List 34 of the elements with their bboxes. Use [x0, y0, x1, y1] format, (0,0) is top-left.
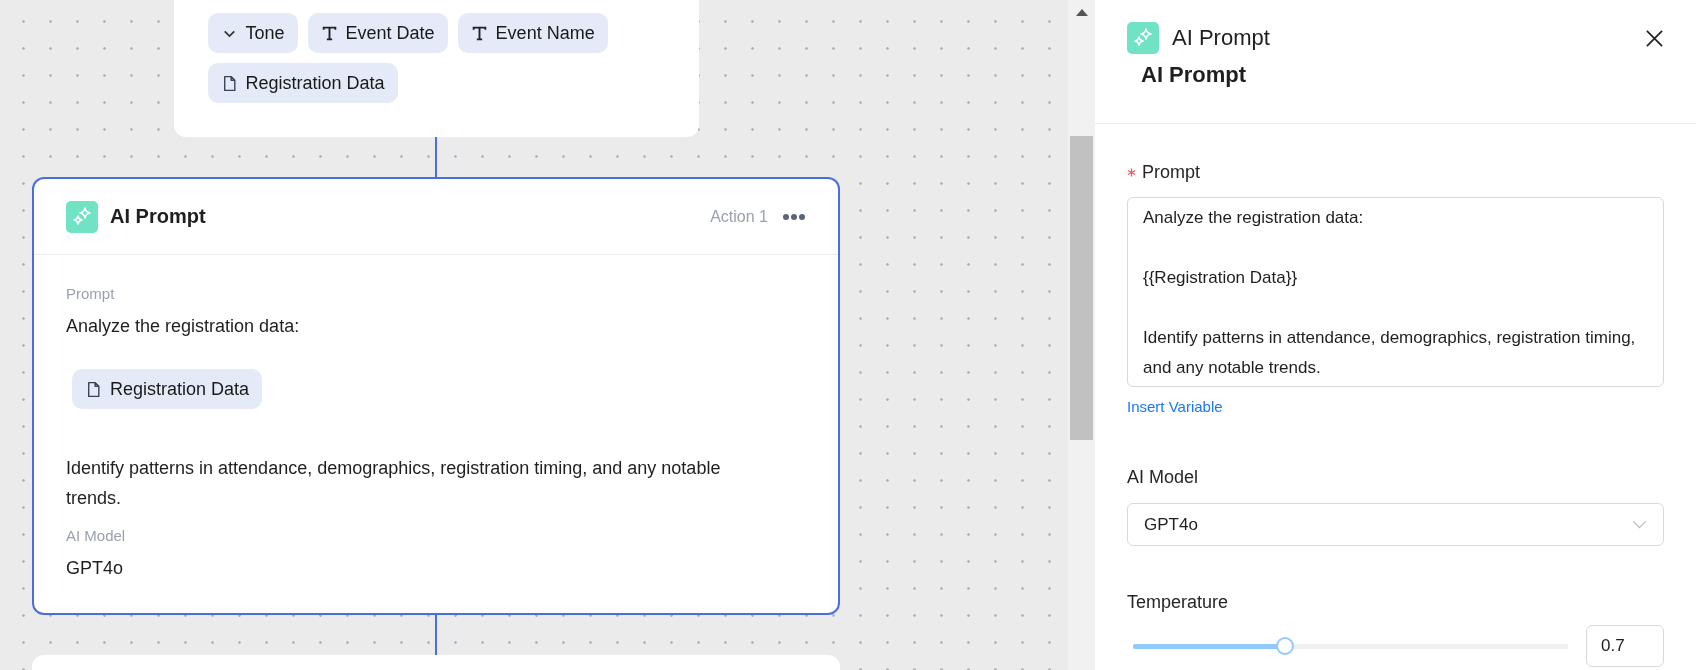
input-chip[interactable]: Event Date — [307, 13, 448, 53]
field-label: Prompt — [1142, 162, 1201, 183]
action-label: Action 1 — [710, 207, 768, 226]
prompt-textarea[interactable]: Analyze the registration data: {{Registration Data}} Identify patterns in attendance, demographics, registration timing, and any notable trends. — [1127, 197, 1664, 387]
field-label: AI Model — [1127, 467, 1199, 488]
insert-variable-link[interactable]: Insert Variable — [1127, 398, 1223, 415]
prompt-text: Identify patterns in attendance, demographics, registration timing, and any notable trends. — [66, 457, 722, 510]
more-icon[interactable] — [782, 212, 806, 221]
action-card[interactable]: AI Prompt Action 1 Prompt Analyze the registration data: Registration Data Identify patterns in attendance, demographics, registration timing, and any notable trends. AI Model GPT4o — [32, 177, 840, 615]
close-icon[interactable] — [1645, 28, 1664, 48]
panel-title: AI Prompt — [1141, 62, 1248, 88]
prompt-text: Analyze the registration data: — [66, 315, 300, 338]
variable-chip[interactable]: Registration Data — [72, 369, 263, 409]
input-chip[interactable]: Registration Data — [207, 63, 398, 103]
scrollbar[interactable] — [1068, 0, 1095, 670]
slider-thumb[interactable] — [1276, 637, 1295, 655]
text-type-icon — [470, 24, 488, 42]
field-label: Temperature — [1127, 592, 1229, 613]
panel-type: AI Prompt — [1172, 25, 1271, 51]
scrollbar-thumb[interactable] — [1070, 136, 1093, 440]
input-chip[interactable]: Event Name — [457, 13, 608, 53]
temperature-input[interactable]: 0.7 — [1586, 625, 1664, 667]
sparkles-icon — [1127, 22, 1159, 54]
file-icon — [85, 380, 102, 398]
sparkles-icon — [66, 200, 98, 233]
scroll-up-icon[interactable] — [1076, 9, 1088, 16]
field-label: Prompt — [66, 285, 115, 302]
text-type-icon — [320, 24, 338, 42]
input-chip[interactable]: Tone — [207, 13, 298, 53]
field-label: AI Model — [66, 527, 126, 544]
model-select[interactable]: GPT4o — [1127, 503, 1664, 546]
chevron-down-icon — [1632, 520, 1647, 529]
card-title: AI Prompt — [110, 205, 207, 228]
model-value: GPT4o — [66, 557, 124, 580]
